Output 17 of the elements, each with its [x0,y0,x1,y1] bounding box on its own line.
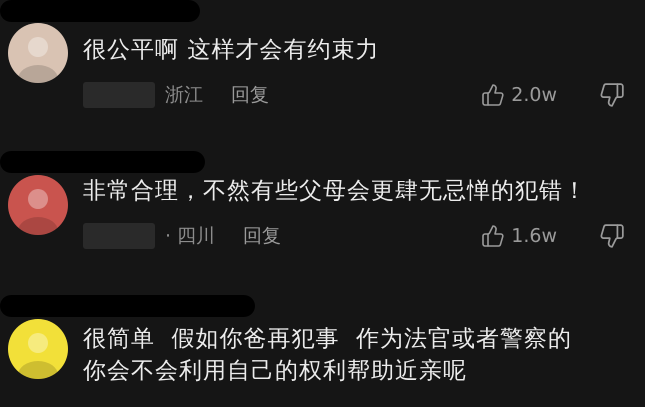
reply-button[interactable]: 回复 [243,223,282,249]
comment-text: 非常合理，不然有些父母会更肆无忌惮的犯错！ [83,177,588,206]
thumbs-up-icon [481,224,506,248]
dislike-button[interactable] [599,82,625,108]
like-count: 1.6w [511,225,557,247]
location-label: · 四川 [165,224,216,249]
thumbs-down-icon [599,82,625,108]
like-button[interactable]: 1.6w [481,224,557,248]
comment-text: 很公平啊 这样才会有约束力 [83,36,380,65]
reply-button[interactable]: 回复 [231,82,269,108]
comment-text: 很简单 假如你爸再犯事 作为法官或者警察的你会不会利用自己的权利帮助近亲呢 [83,325,574,386]
like-count: 2.0w [511,84,557,106]
dislike-button[interactable] [599,223,625,249]
thumbs-down-icon [599,223,625,249]
thumbs-up-icon [481,83,506,107]
location-label: 浙江 [165,83,203,108]
like-button[interactable]: 2.0w [481,83,557,107]
